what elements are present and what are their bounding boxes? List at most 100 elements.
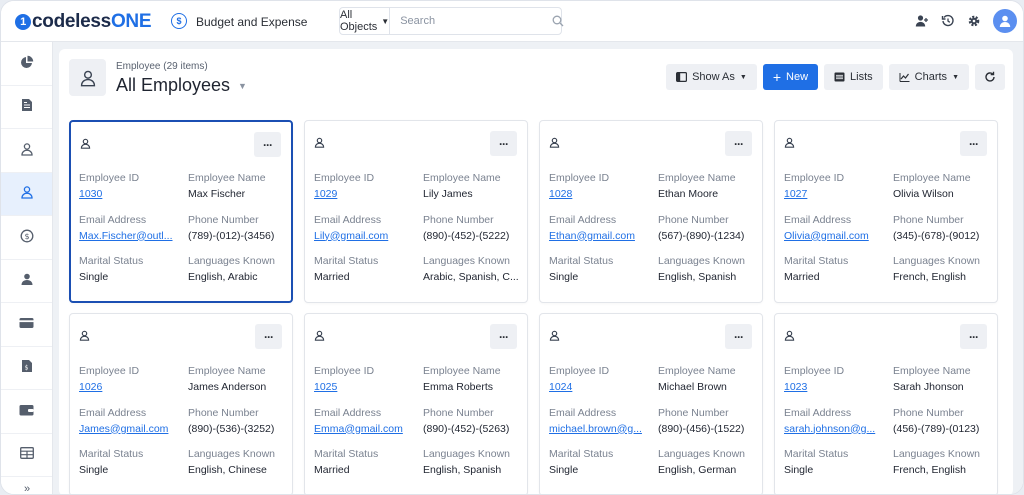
show-as-button[interactable]: Show As ▼ bbox=[666, 64, 757, 90]
more-options-button[interactable]: ··· bbox=[725, 324, 752, 349]
email-value[interactable]: michael.brown@g... bbox=[549, 423, 654, 435]
phone-label: Phone Number bbox=[423, 406, 494, 419]
email-value[interactable]: Ethan@gmail.com bbox=[549, 230, 654, 242]
list-panel: Employee (29 items) All Employees ▼ Show… bbox=[59, 49, 1013, 494]
history-icon[interactable] bbox=[941, 14, 955, 28]
more-options-button[interactable]: ··· bbox=[490, 324, 517, 349]
id-value[interactable]: 1028 bbox=[549, 188, 654, 200]
id-value[interactable]: 1030 bbox=[79, 188, 184, 200]
gear-icon[interactable] bbox=[967, 14, 981, 28]
object-select[interactable]: All Objects ▼ bbox=[340, 8, 391, 34]
id-value[interactable]: 1029 bbox=[314, 188, 419, 200]
email-label: Email Address bbox=[314, 406, 382, 419]
email-value[interactable]: Lily@gmail.com bbox=[314, 230, 419, 242]
id-label: Employee ID bbox=[784, 365, 845, 377]
search-input[interactable] bbox=[390, 8, 553, 34]
brand-logo[interactable]: 1 codeless ONE bbox=[15, 11, 152, 33]
charts-button[interactable]: Charts ▼ bbox=[888, 64, 969, 90]
field-languages: Languages Known English, German bbox=[658, 448, 763, 476]
sidebar-item-budget[interactable]: $ bbox=[1, 216, 52, 260]
user-icon bbox=[79, 330, 90, 344]
field-marital: Marital Status Single bbox=[79, 448, 184, 476]
search-icon[interactable] bbox=[552, 8, 564, 34]
employee-card[interactable]: ··· Employee ID 1023 Employee Name Sarah Jho… bbox=[774, 313, 998, 494]
field-email: Email Address Olivia@gmail.com bbox=[784, 214, 889, 242]
employee-card[interactable]: ··· Employee ID 1026 Employee Name James And… bbox=[69, 313, 293, 494]
lists-button[interactable]: Lists bbox=[824, 64, 883, 90]
email-value[interactable]: sarah.johnson@g... bbox=[784, 423, 889, 435]
email-label: Email Address bbox=[549, 406, 617, 419]
name-value: Max Fischer bbox=[188, 188, 246, 200]
user-icon bbox=[784, 137, 795, 151]
id-value[interactable]: 1023 bbox=[784, 381, 889, 393]
sidebar-item-wallet[interactable] bbox=[1, 390, 52, 434]
phone-label: Phone Number bbox=[658, 213, 729, 226]
marital-value: Married bbox=[314, 464, 350, 476]
sidebar-item-dashboard[interactable] bbox=[1, 42, 52, 86]
employee-card[interactable]: ··· Employee ID 1029 Employee Name Lily Jame… bbox=[304, 120, 528, 303]
more-options-button[interactable]: ··· bbox=[960, 131, 987, 156]
avatar[interactable] bbox=[993, 9, 1017, 33]
name-value: Emma Roberts bbox=[423, 381, 494, 393]
more-options-button[interactable]: ··· bbox=[725, 131, 752, 156]
sidebar-item-cards[interactable] bbox=[1, 303, 52, 347]
email-value[interactable]: James@gmail.com bbox=[79, 423, 184, 435]
view-selector[interactable]: All Employees ▼ bbox=[116, 75, 247, 96]
employee-card[interactable]: ··· Employee ID 1025 Employee Name Emma Robe… bbox=[304, 313, 528, 494]
employee-card[interactable]: ··· Employee ID 1027 Employee Name Olivia Wi… bbox=[774, 120, 998, 303]
top-right-actions bbox=[915, 9, 1017, 33]
email-value[interactable]: Max.Fischer@outl... bbox=[79, 230, 184, 242]
sidebar-item-documents[interactable] bbox=[1, 86, 52, 129]
global-search: All Objects ▼ bbox=[339, 7, 564, 35]
plus-icon: + bbox=[772, 69, 782, 85]
id-label: Employee ID bbox=[79, 365, 140, 377]
id-value[interactable]: 1025 bbox=[314, 381, 419, 393]
expand-sidebar-icon[interactable]: » bbox=[1, 482, 53, 494]
id-value[interactable]: 1024 bbox=[549, 381, 654, 393]
phone-value: (567)-(890)-(1234) bbox=[658, 229, 745, 242]
field-id: Employee ID 1029 bbox=[314, 172, 419, 200]
marital-value: Single bbox=[79, 271, 109, 283]
refresh-button[interactable] bbox=[975, 64, 1005, 90]
field-phone: Phone Number (890)-(452)-(5263) bbox=[423, 407, 528, 435]
phone-label: Phone Number bbox=[188, 406, 259, 419]
field-id: Employee ID 1027 bbox=[784, 172, 889, 200]
lists-label: Lists bbox=[850, 71, 873, 83]
field-name: Employee Name Ethan Moore bbox=[658, 172, 763, 200]
languages-value: English, Spanish bbox=[423, 464, 502, 476]
sidebar-item-tables[interactable] bbox=[1, 434, 52, 477]
email-label: Email Address bbox=[784, 406, 852, 419]
field-email: Email Address Ethan@gmail.com bbox=[549, 214, 654, 242]
sidebar-item-employees[interactable] bbox=[1, 172, 52, 216]
email-value[interactable]: Olivia@gmail.com bbox=[784, 230, 889, 242]
employee-card[interactable]: ··· Employee ID 1024 Employee Name Michael B… bbox=[539, 313, 763, 494]
add-user-icon[interactable] bbox=[915, 14, 929, 28]
name-label: Employee Name bbox=[423, 172, 501, 184]
marital-label: Marital Status bbox=[79, 255, 144, 267]
email-value[interactable]: Emma@gmail.com bbox=[314, 423, 419, 435]
field-name: Employee Name Michael Brown bbox=[658, 365, 763, 393]
sidebar-item-invoices[interactable]: $ bbox=[1, 347, 52, 390]
toolbar: Show As ▼ + New Lists Charts ▼ bbox=[666, 64, 1005, 90]
more-options-button[interactable]: ··· bbox=[255, 324, 282, 349]
name-value: Sarah Jhonson bbox=[893, 381, 964, 393]
more-options-button[interactable]: ··· bbox=[960, 324, 987, 349]
employee-card[interactable]: ··· Employee ID 1030 Employee Name Max Fisch… bbox=[69, 120, 293, 303]
caret-down-icon: ▼ bbox=[381, 16, 390, 26]
languages-value: English, German bbox=[658, 464, 737, 476]
marital-value: Married bbox=[784, 271, 820, 283]
employee-card[interactable]: ··· Employee ID 1028 Employee Name Ethan Moo… bbox=[539, 120, 763, 303]
languages-label: Languages Known bbox=[188, 255, 275, 267]
new-button[interactable]: + New bbox=[762, 64, 819, 90]
id-value[interactable]: 1027 bbox=[784, 188, 889, 200]
sidebar-item-users[interactable] bbox=[1, 129, 52, 173]
phone-value: (890)-(536)-(3252) bbox=[188, 422, 275, 435]
sidebar-item-team[interactable] bbox=[1, 260, 52, 303]
more-options-button[interactable]: ··· bbox=[490, 131, 517, 156]
app-window: 1 codeless ONE $ Budget and Expense All O… bbox=[0, 0, 1024, 495]
app-title[interactable]: Budget and Expense bbox=[196, 15, 307, 29]
show-as-label: Show As bbox=[692, 71, 735, 83]
svg-text:$: $ bbox=[24, 365, 28, 372]
more-options-button[interactable]: ··· bbox=[254, 132, 281, 157]
id-value[interactable]: 1026 bbox=[79, 381, 184, 393]
